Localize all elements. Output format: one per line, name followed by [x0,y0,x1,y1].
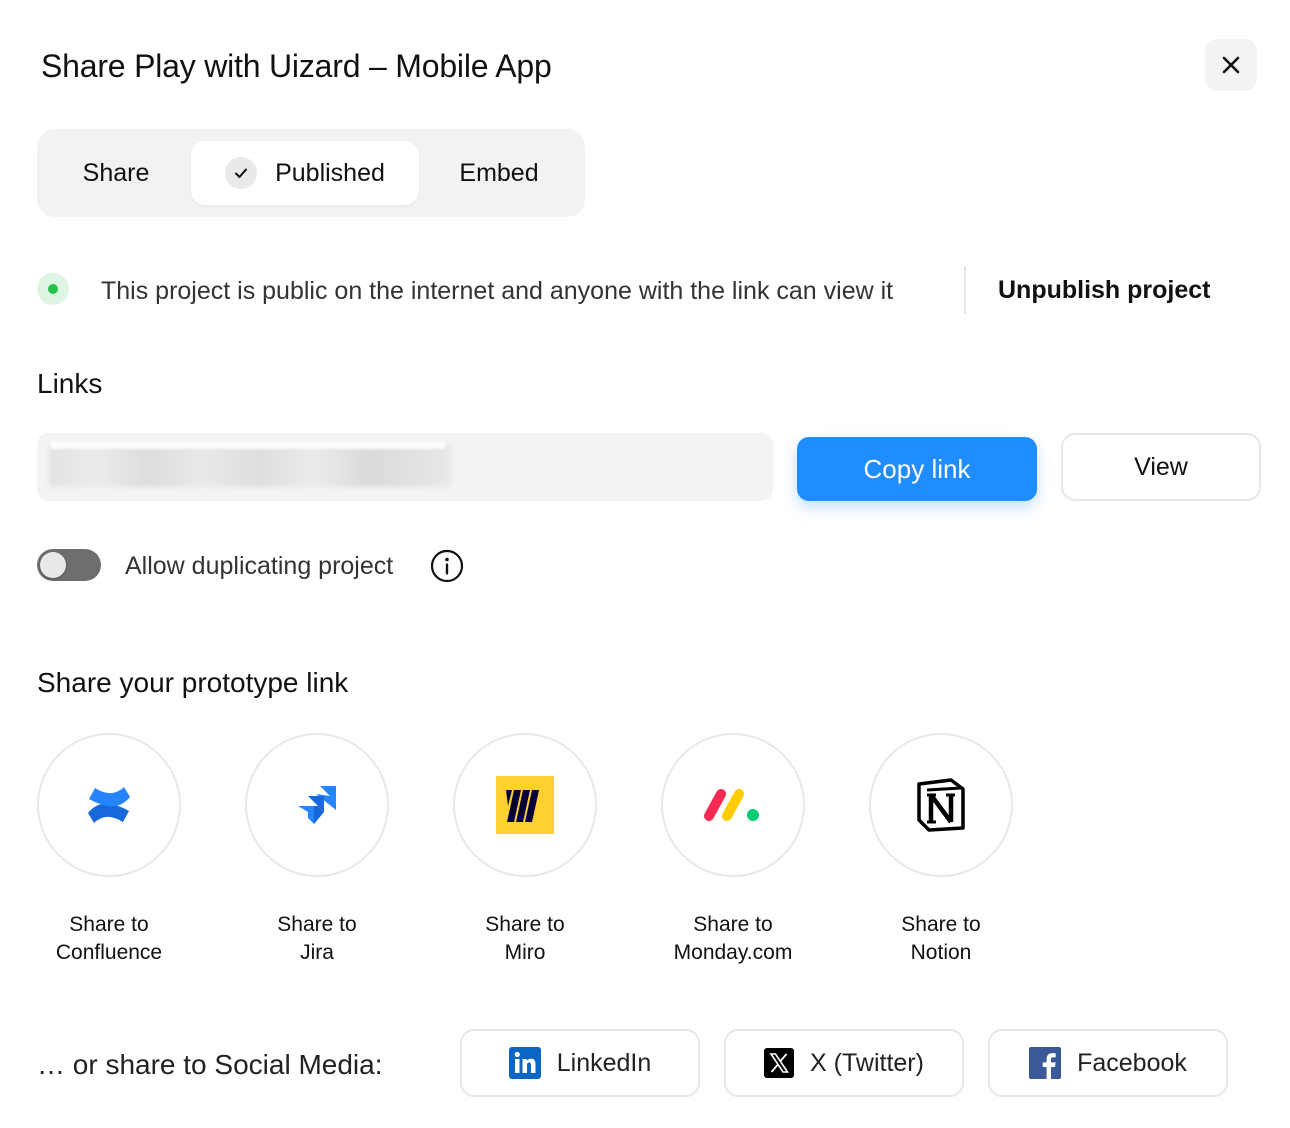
share-circle [245,733,389,877]
share-label: Share to Monday.com [643,911,823,967]
notion-icon [917,778,965,832]
share-to-notion-button[interactable]: Share to Notion [869,733,1013,967]
share-to-miro-button[interactable]: Share to Miro [453,733,597,967]
divider [964,266,966,314]
facebook-icon [1029,1047,1062,1079]
tab-embed-label: Embed [459,158,539,187]
share-label-line1: Share to [277,913,357,936]
check-icon [225,157,258,189]
share-mode-tabs: Share Published Embed [37,129,585,217]
close-button[interactable] [1205,39,1257,91]
toggle-knob [40,552,66,578]
share-facebook-button[interactable]: Facebook [988,1029,1228,1097]
allow-duplicating-toggle[interactable] [37,549,101,581]
x-icon [764,1048,795,1078]
share-label-line2: Miro [504,941,546,964]
links-heading: Links [37,368,103,399]
blur-highlight [51,441,445,449]
linkedin-label: LinkedIn [556,1048,652,1077]
social-media-label: … or share to Social Media: [37,1049,383,1080]
miro-icon [496,776,554,834]
share-label: Share to Confluence [19,911,199,967]
share-circle [661,733,805,877]
close-icon [1222,56,1240,74]
share-label-line1: Share to [901,913,981,936]
share-label: Share to Jira [227,911,407,967]
blurred-link-text [49,445,451,487]
allow-duplicating-label: Allow duplicating project [125,552,394,580]
share-circle [37,733,181,877]
share-label-line2: Monday.com [673,941,793,964]
monday-icon [704,789,759,821]
publish-status-text: This project is public on the internet a… [101,277,894,305]
share-label-line1: Share to [69,913,149,936]
dialog-title: Share Play with Uizard – Mobile App [41,48,552,84]
copy-link-button[interactable]: Copy link [797,437,1037,501]
status-dot-icon [48,284,58,294]
share-label-line1: Share to [693,913,773,936]
share-link-field[interactable] [37,433,773,501]
share-x-twitter-button[interactable]: X (Twitter) [724,1029,964,1097]
tab-share-label: Share [82,158,150,187]
share-circle [869,733,1013,877]
x-twitter-label: X (Twitter) [810,1048,924,1077]
tab-share[interactable]: Share [57,141,175,205]
share-to-monday-button[interactable]: Share to Monday.com [661,733,805,967]
facebook-label: Facebook [1077,1048,1187,1077]
share-prototype-heading: Share your prototype link [37,667,349,698]
share-circle [453,733,597,877]
share-label-line2: Jira [300,941,334,964]
share-linkedin-button[interactable]: LinkedIn [460,1029,700,1097]
share-label-line1: Share to [485,913,565,936]
share-to-jira-button[interactable]: Share to Jira [245,733,389,967]
info-icon[interactable] [430,549,464,583]
jira-icon [298,786,336,824]
share-label-line2: Notion [910,941,972,964]
share-label: Share to Miro [435,911,615,967]
view-button[interactable]: View [1061,433,1261,501]
unpublish-project-button[interactable]: Unpublish project [998,276,1211,305]
share-to-confluence-button[interactable]: Share to Confluence [37,733,181,967]
linkedin-icon [508,1047,541,1079]
confluence-icon [88,787,130,823]
tab-published[interactable]: Published [191,141,419,205]
share-label: Share to Notion [851,911,1031,967]
tab-embed[interactable]: Embed [429,141,569,205]
tab-published-label: Published [275,158,385,187]
share-label-line2: Confluence [55,941,163,964]
status-indicator [37,273,69,305]
